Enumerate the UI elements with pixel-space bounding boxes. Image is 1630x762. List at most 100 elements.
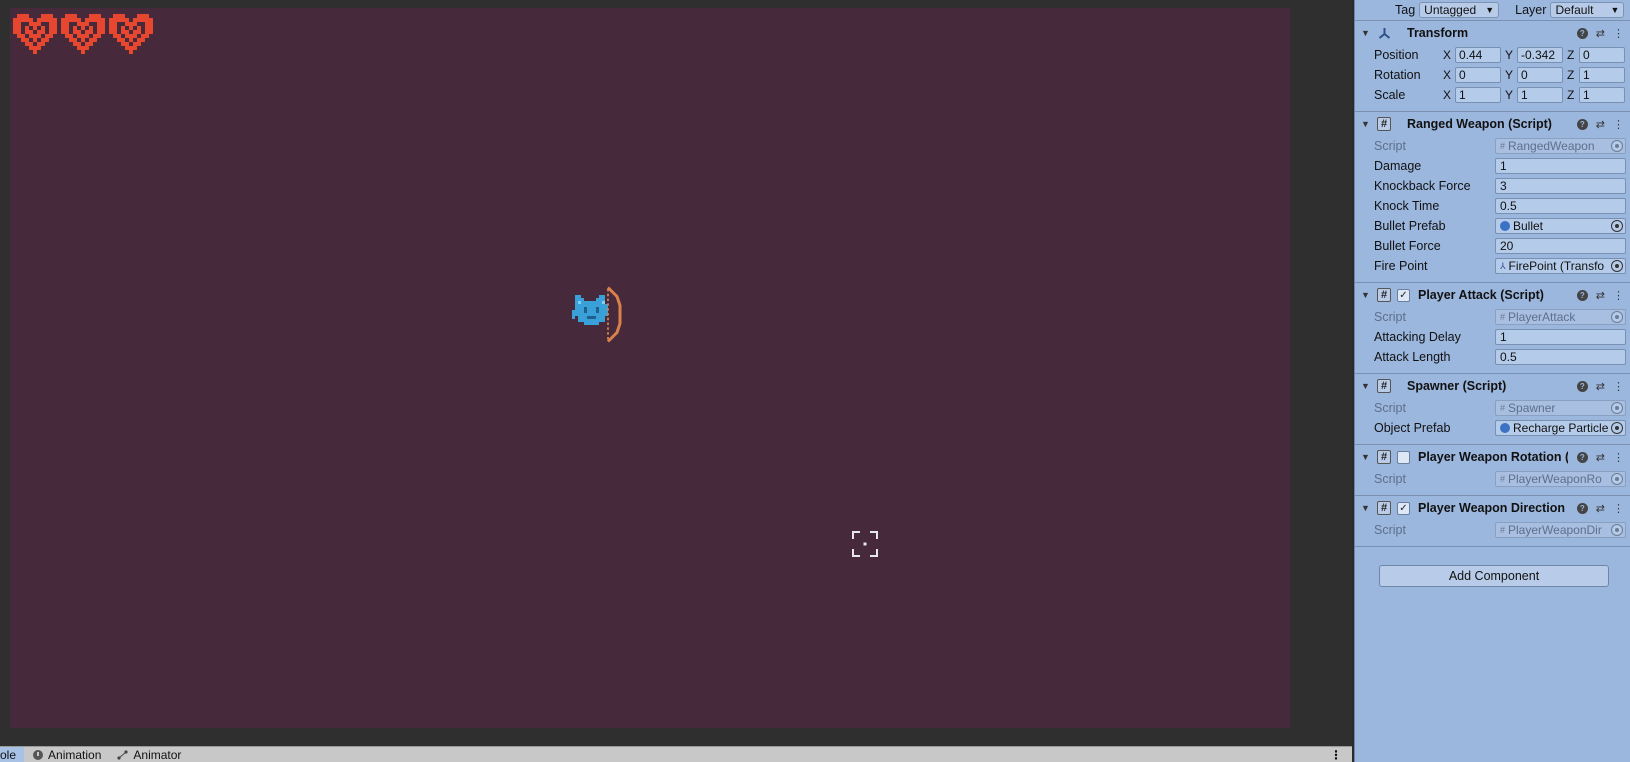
- layer-label: Layer: [1515, 3, 1547, 17]
- script-row: Script # PlayerWeaponRo: [1355, 469, 1630, 489]
- object-prefab-field[interactable]: Recharge Particle: [1495, 420, 1626, 436]
- spawner-header[interactable]: ▼ # Spawner (Script) ? ⇄ ⋮: [1355, 373, 1630, 398]
- attack-length-field[interactable]: 0.5: [1495, 349, 1626, 365]
- more-menu-icon[interactable]: ⋮: [1330, 748, 1352, 762]
- attacking-delay-field[interactable]: 1: [1495, 329, 1626, 345]
- position-y-field[interactable]: -0.342: [1517, 47, 1563, 63]
- enabled-checkbox[interactable]: ✓: [1397, 288, 1410, 302]
- ranged-weapon-header[interactable]: ▼ # Ranged Weapon (Script) ? ⇄ ⋮: [1355, 111, 1630, 136]
- presets-icon[interactable]: ⇄: [1596, 380, 1605, 393]
- knockback-force-field[interactable]: 3: [1495, 178, 1626, 194]
- more-icon[interactable]: ⋮: [1613, 118, 1624, 131]
- presets-icon[interactable]: ⇄: [1596, 502, 1605, 515]
- more-icon[interactable]: ⋮: [1613, 289, 1624, 302]
- add-component-button[interactable]: Add Component: [1379, 565, 1609, 587]
- rotation-x-field[interactable]: 0: [1455, 67, 1501, 83]
- script-value: RangedWeapon: [1508, 139, 1595, 153]
- object-picker-icon[interactable]: [1611, 260, 1623, 272]
- knock-time-field[interactable]: 0.5: [1495, 198, 1626, 214]
- tag-layer-row: Tag Untagged ▼ Layer Default ▼: [1355, 0, 1630, 20]
- fire-point-field[interactable]: ⅄ FirePoint (Transfo: [1495, 258, 1626, 274]
- fire-point-label: Fire Point: [1374, 259, 1428, 273]
- help-icon[interactable]: ?: [1576, 503, 1588, 514]
- scale-label: Scale: [1374, 88, 1406, 102]
- damage-field[interactable]: 1: [1495, 158, 1626, 174]
- header-icons: ? ⇄ ⋮: [1576, 374, 1624, 399]
- tag-dropdown[interactable]: Untagged ▼: [1419, 2, 1500, 18]
- script-label: Script: [1374, 523, 1406, 537]
- help-icon[interactable]: ?: [1576, 290, 1588, 301]
- more-icon[interactable]: ⋮: [1613, 502, 1624, 515]
- enabled-checkbox[interactable]: ✓: [1397, 501, 1410, 515]
- tab-animator[interactable]: Animator: [109, 747, 189, 762]
- script-value: PlayerAttack: [1508, 310, 1576, 324]
- player-attack-header[interactable]: ▼ # ✓ Player Attack (Script) ? ⇄ ⋮: [1355, 282, 1630, 307]
- script-file-icon: #: [1500, 525, 1506, 535]
- axis-z-label: Z: [1567, 88, 1575, 102]
- rotation-y-field[interactable]: 0: [1517, 67, 1563, 83]
- script-label: Script: [1374, 310, 1406, 324]
- prefab-icon: [1500, 221, 1510, 231]
- bullet-force-field[interactable]: 20: [1495, 238, 1626, 254]
- fold-arrow-icon[interactable]: ▼: [1361, 381, 1371, 391]
- attacking-delay-label: Attacking Delay: [1374, 330, 1461, 344]
- object-picker-icon[interactable]: [1611, 473, 1623, 485]
- presets-icon[interactable]: ⇄: [1596, 451, 1605, 464]
- weapon-rotation-title: Player Weapon Rotation (S: [1418, 450, 1568, 464]
- weapon-direction-header[interactable]: ▼ # ✓ Player Weapon Direction ( ? ⇄ ⋮: [1355, 495, 1630, 520]
- transform-icon: ⅄: [1500, 260, 1506, 271]
- fold-arrow-icon[interactable]: ▼: [1361, 290, 1371, 300]
- help-icon[interactable]: ?: [1576, 119, 1588, 130]
- object-picker-icon[interactable]: [1611, 402, 1623, 414]
- script-label: Script: [1374, 139, 1406, 153]
- tab-console[interactable]: ole: [0, 747, 25, 762]
- weapon-rotation-header[interactable]: ▼ # Player Weapon Rotation (S ? ⇄ ⋮: [1355, 444, 1630, 469]
- presets-icon[interactable]: ⇄: [1596, 289, 1605, 302]
- more-icon[interactable]: ⋮: [1613, 27, 1624, 40]
- axis-y-label: Y: [1505, 88, 1514, 102]
- position-x-field[interactable]: 0.44: [1455, 47, 1501, 63]
- object-picker-icon[interactable]: [1611, 140, 1623, 152]
- script-icon: #: [1377, 288, 1391, 302]
- help-icon[interactable]: ?: [1576, 28, 1588, 39]
- header-icons: ? ⇄ ⋮: [1576, 21, 1624, 46]
- more-icon[interactable]: ⋮: [1613, 451, 1624, 464]
- object-prefab-value: Recharge Particle: [1513, 421, 1609, 435]
- help-icon[interactable]: ?: [1576, 381, 1588, 392]
- object-picker-icon[interactable]: [1611, 524, 1623, 536]
- more-icon[interactable]: ⋮: [1613, 380, 1624, 393]
- scale-z-field[interactable]: 1: [1579, 87, 1625, 103]
- fold-arrow-icon[interactable]: ▼: [1361, 28, 1371, 38]
- header-icons: ? ⇄ ⋮: [1576, 445, 1624, 470]
- prefab-icon: [1500, 423, 1510, 433]
- layer-dropdown[interactable]: Default ▼: [1550, 2, 1625, 18]
- caret-down-icon: ▼: [1610, 5, 1620, 15]
- fold-arrow-icon[interactable]: ▼: [1361, 119, 1371, 129]
- bullet-force-label: Bullet Force: [1374, 239, 1441, 253]
- presets-icon[interactable]: ⇄: [1596, 118, 1605, 131]
- fold-arrow-icon[interactable]: ▼: [1361, 452, 1371, 462]
- unity-editor: ole Animation Animator ⋮ Tag Untagged ▼ L…: [0, 0, 1630, 762]
- script-field: # Spawner: [1495, 400, 1626, 416]
- tag-label: Tag: [1395, 3, 1416, 17]
- help-icon[interactable]: ?: [1576, 452, 1588, 463]
- object-picker-icon[interactable]: [1611, 422, 1623, 434]
- knockback-force-row: Knockback Force 3: [1355, 176, 1630, 196]
- bullet-prefab-field[interactable]: Bullet: [1495, 218, 1626, 234]
- transform-header[interactable]: ▼ Transform ? ⇄ ⋮: [1355, 20, 1630, 45]
- scale-x-field[interactable]: 1: [1455, 87, 1501, 103]
- game-canvas[interactable]: [10, 8, 1290, 728]
- presets-icon[interactable]: ⇄: [1596, 27, 1605, 40]
- fold-arrow-icon[interactable]: ▼: [1361, 503, 1371, 513]
- object-picker-icon[interactable]: [1611, 311, 1623, 323]
- heart-icon: [13, 14, 57, 54]
- rotation-z-field[interactable]: 1: [1579, 67, 1625, 83]
- position-z-field[interactable]: 0: [1579, 47, 1625, 63]
- scale-y-field[interactable]: 1: [1517, 87, 1563, 103]
- script-value: Spawner: [1508, 401, 1556, 415]
- object-picker-icon[interactable]: [1611, 220, 1623, 232]
- script-value: PlayerWeaponRo: [1508, 472, 1602, 486]
- enabled-checkbox[interactable]: [1397, 450, 1410, 464]
- tab-animation[interactable]: Animation: [24, 747, 109, 762]
- game-view: [0, 0, 1352, 746]
